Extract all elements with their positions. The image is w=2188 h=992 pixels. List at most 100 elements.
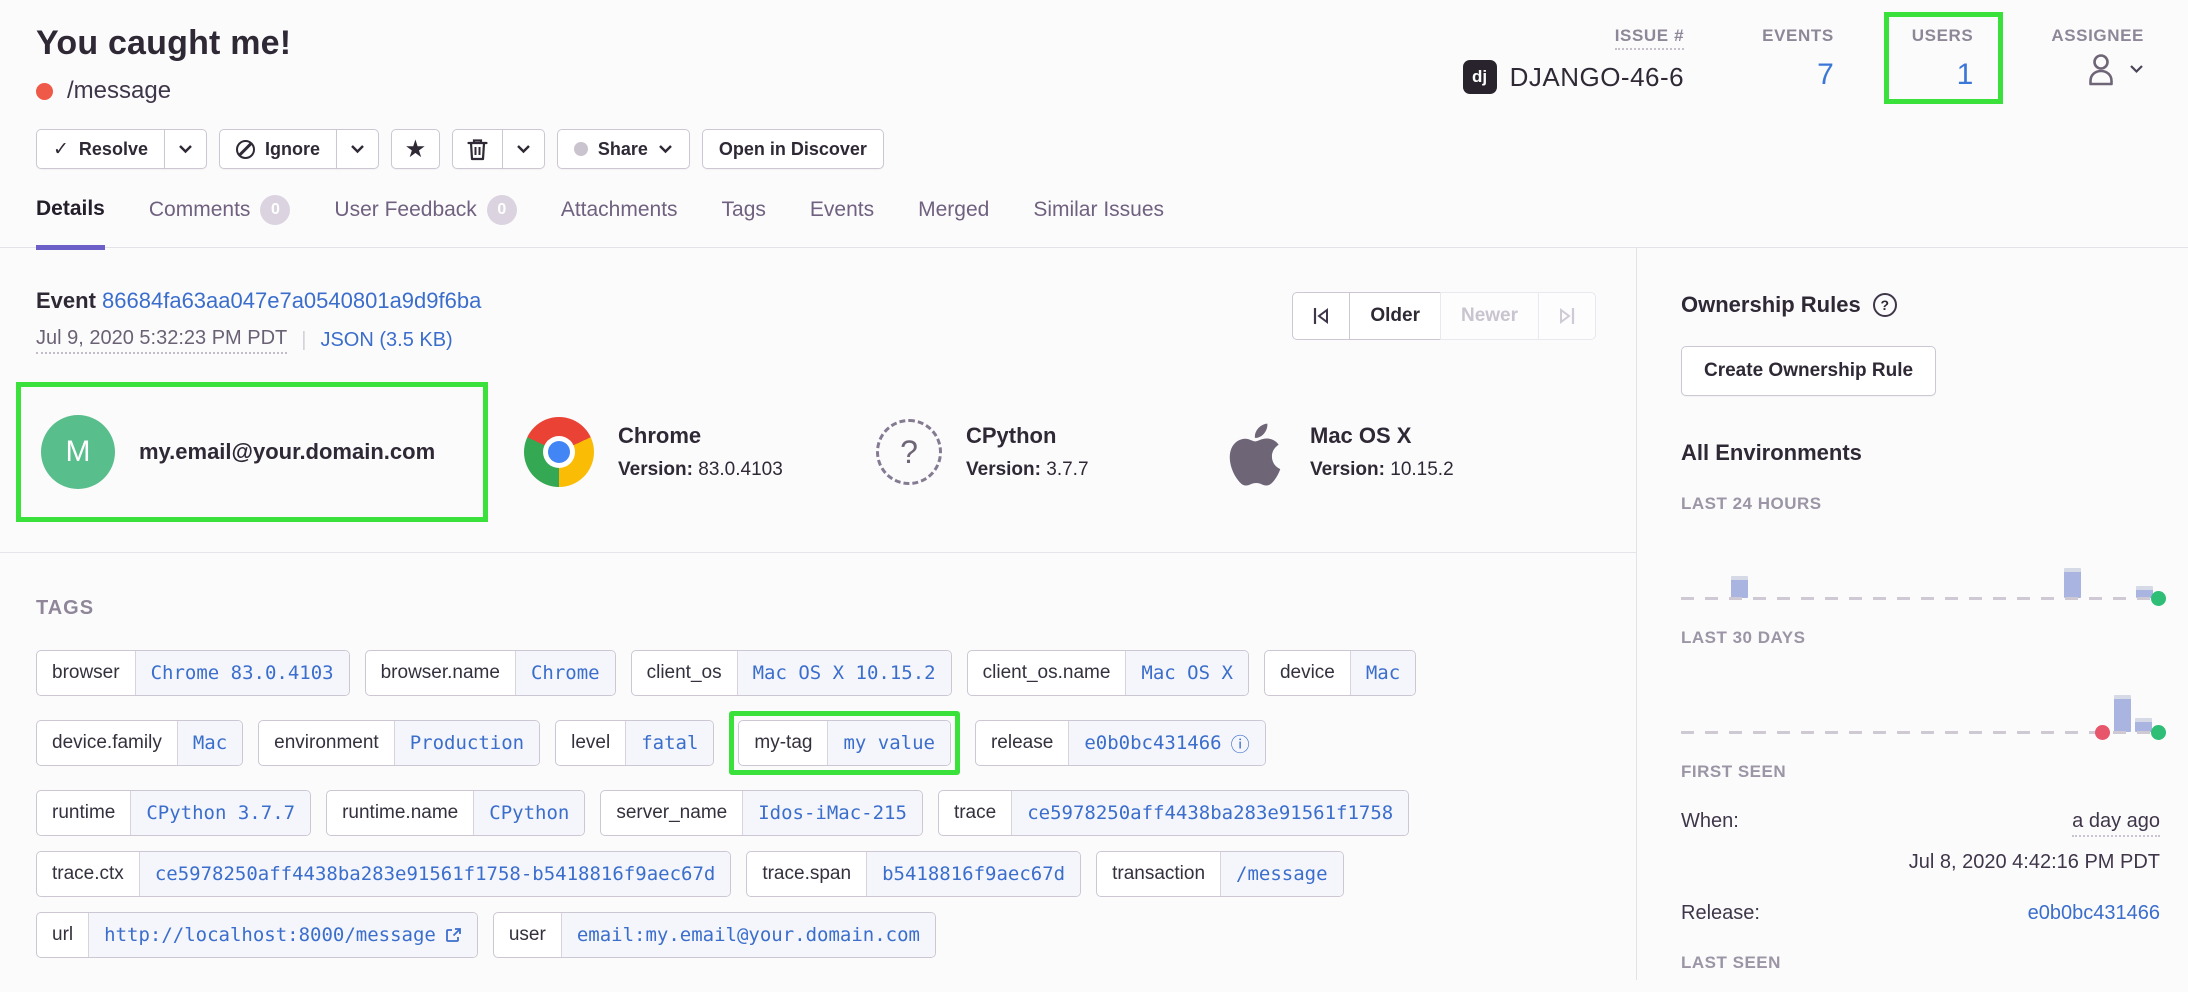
runtime-context-card: ? CPython Version: 3.7.7 [876,419,1224,485]
open-in-discover-label: Open in Discover [719,139,867,160]
tag-pill-runtime: runtimeCPython 3.7.7 [36,790,311,836]
apple-icon [1224,417,1286,487]
delete-button[interactable] [452,129,503,169]
help-icon[interactable]: ? [1873,293,1897,317]
issue-actions: ✓ Resolve Ignore ★ [36,129,2158,169]
chevron-down-icon [178,144,193,154]
resolve-label: Resolve [79,139,148,160]
os-context-card: Mac OS X Version: 10.15.2 [1224,417,1596,487]
when-label: When: [1681,810,1739,833]
runtime-name: CPython [966,423,1089,449]
event-label: Event [36,288,96,313]
culprit-path: /message [67,77,171,105]
tag-pill-my-tag: my-tagmy value [738,720,951,766]
ignore-dropdown-button[interactable] [336,129,379,169]
first-seen-relative: a day ago [2072,810,2160,837]
first-event-button[interactable] [1292,292,1350,340]
error-level-dot [36,83,53,100]
older-event-button[interactable]: Older [1349,292,1441,340]
last-seen-label: LAST SEEN [1681,953,2160,973]
tag-pill-browser: browserChrome 83.0.4103 [36,650,350,696]
event-json-link[interactable]: JSON (3.5 KB) [320,329,452,352]
tab-user-feedback[interactable]: User Feedback 0 [334,195,516,247]
resolve-dropdown-button[interactable] [164,129,207,169]
user-email: my.email@your.domain.com [139,439,435,465]
sparkline-bar [2114,695,2131,732]
user-avatar: M [41,415,115,489]
event-id-link[interactable]: 86684fa63aa047e7a0540801a9d9f6ba [102,288,481,313]
browser-version: 83.0.4103 [698,459,783,480]
star-icon: ★ [406,137,425,162]
assignee-label: ASSIGNEE [2051,26,2144,46]
resolve-button[interactable]: ✓ Resolve [36,129,165,169]
share-status-dot [574,142,588,156]
open-in-discover-button[interactable]: Open in Discover [702,129,884,169]
os-name: Mac OS X [1310,423,1454,449]
tab-attachments[interactable]: Attachments [561,195,678,247]
users-count[interactable]: 1 [1957,58,1974,92]
tags-section: TAGS browserChrome 83.0.4103 browser.nam… [0,553,1636,958]
runtime-version: 3.7.7 [1046,459,1088,480]
ownership-rules-title: Ownership Rules [1681,292,1861,318]
chevron-down-icon [350,144,365,154]
tag-pill-trace: tracece5978250aff4438ba283e91561f1758 [938,790,1409,836]
browser-context-card: Chrome Version: 83.0.4103 [524,417,876,487]
delete-dropdown-button[interactable] [502,129,545,169]
tag-pill-url: urlhttp://localhost:8000/message [36,912,478,958]
tag-pill-level: levelfatal [555,720,714,766]
info-icon[interactable]: ⓘ [1231,730,1250,757]
sparkline-bar [2135,718,2152,732]
trash-icon [467,138,488,161]
tag-pill-server-name: server_nameIdos-iMac-215 [600,790,923,836]
last-30-days-sparkline [1681,692,2160,734]
tag-pill-runtime-name: runtime.nameCPython [326,790,585,836]
person-icon [2083,52,2119,86]
assignee-dropdown[interactable] [2083,52,2144,86]
release-label: Release: [1681,902,1760,925]
tag-pill-client-os-name: client_os.nameMac OS X [967,650,1249,696]
tag-pill-trace-span: trace.spanb5418816f9aec67d [746,851,1081,897]
environments-title: All Environments [1681,440,2160,466]
issue-header: You caught me! /message ISSUE # dj DJANG… [0,0,2188,169]
create-ownership-rule-button[interactable]: Create Ownership Rule [1681,346,1936,396]
issue-stats: ISSUE # dj DJANGO-46-6 EVENTS 7 USERS 1 … [1463,26,2158,94]
share-button[interactable]: Share [557,129,690,169]
events-count[interactable]: 7 [1817,58,1834,92]
tag-pill-user: useremail:my.email@your.domain.com [493,912,936,958]
stat-users: USERS 1 [1912,26,1974,94]
tab-events[interactable]: Events [810,195,874,247]
issue-title-block: You caught me! /message [36,24,291,105]
skip-to-first-icon [1310,306,1332,326]
ignore-button[interactable]: Ignore [219,129,337,169]
unknown-runtime-icon: ? [876,419,942,485]
tab-merged[interactable]: Merged [918,195,989,247]
tab-similar-issues[interactable]: Similar Issues [1033,195,1164,247]
latest-event-button[interactable] [1538,292,1596,340]
tab-details[interactable]: Details [36,195,105,250]
event-meta: Event 86684fa63aa047e7a0540801a9d9f6ba J… [36,288,481,354]
first-seen-label: FIRST SEEN [1681,762,2160,782]
issue-number-label: ISSUE # [1615,26,1684,50]
issue-tabs: Details Comments 0 User Feedback 0 Attac… [0,195,2188,248]
tab-tags[interactable]: Tags [722,195,766,247]
tag-pill-device: deviceMac [1264,650,1416,696]
annotation-highlight: my-tagmy value [729,711,960,775]
check-icon: ✓ [53,138,69,161]
tag-pill-browser-name: browser.nameChrome [365,650,616,696]
stat-events: EVENTS 7 [1762,26,1834,94]
tab-comments[interactable]: Comments 0 [149,195,291,247]
external-link-icon[interactable] [445,927,462,944]
browser-name: Chrome [618,423,783,449]
tag-pill-client-os: client_osMac OS X 10.15.2 [631,650,952,696]
ignore-icon [236,140,255,159]
feedback-count-badge: 0 [487,195,517,225]
ignore-label: Ignore [265,139,320,160]
events-label: EVENTS [1762,26,1834,46]
sparkline-bar [2064,568,2081,598]
newer-event-button[interactable]: Newer [1440,292,1539,340]
chevron-down-icon [658,144,673,154]
first-seen-release-link[interactable]: e0b0bc431466 [2028,902,2160,925]
bookmark-button[interactable]: ★ [391,129,440,169]
issue-short-id: DJANGO-46-6 [1510,62,1685,93]
sparkline-bar [1731,576,1748,598]
